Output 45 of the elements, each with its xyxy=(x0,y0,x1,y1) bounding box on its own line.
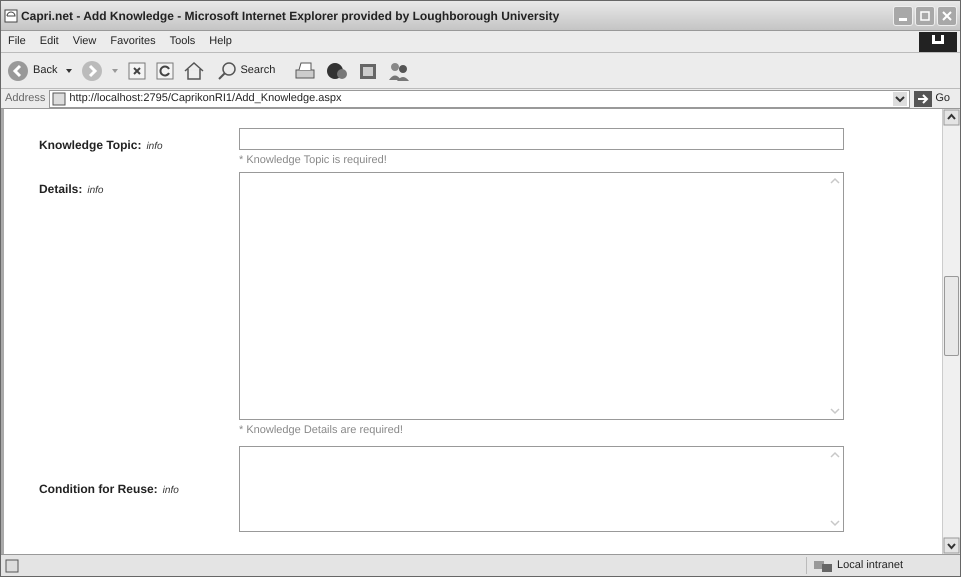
back-button[interactable]: Back xyxy=(7,60,58,82)
menu-item[interactable]: Favorites xyxy=(103,33,163,50)
page-icon xyxy=(4,8,18,22)
search-icon xyxy=(217,60,238,80)
search-button[interactable]: Search xyxy=(217,60,276,80)
page-icon xyxy=(52,92,66,106)
menu-item[interactable]: File xyxy=(1,33,33,50)
dropdown-icon[interactable] xyxy=(893,92,908,106)
input-field[interactable] xyxy=(239,128,844,150)
validation-message: * Knowledge Details are required! xyxy=(239,422,404,438)
network-icon xyxy=(813,558,833,572)
minimize-button[interactable] xyxy=(893,6,913,26)
address-label: Address xyxy=(5,91,46,106)
close-button[interactable] xyxy=(937,6,957,26)
close-icon xyxy=(941,10,953,22)
scroll-up-icon[interactable] xyxy=(943,109,960,126)
menu-item[interactable]: Edit xyxy=(32,33,66,50)
printer-icon[interactable] xyxy=(293,60,318,82)
refresh-icon[interactable] xyxy=(155,60,176,80)
maximize-icon xyxy=(919,10,931,22)
url-text: http://localhost:2795/CaprikonRI1/Add_Knowledge.aspx xyxy=(69,91,342,106)
field-label: Condition for Reuse: xyxy=(39,481,158,498)
field-label: Knowledge Topic: xyxy=(39,137,142,154)
info-link[interactable]: info xyxy=(162,483,179,498)
menu-item[interactable]: Tools xyxy=(162,33,202,50)
minimize-icon xyxy=(899,18,907,21)
zone-text: Local intranet xyxy=(837,558,904,574)
maximize-button[interactable] xyxy=(915,6,935,26)
forward-icon[interactable] xyxy=(81,60,104,82)
field-label: Details: xyxy=(39,180,82,198)
go-button[interactable]: Go xyxy=(914,90,956,107)
scroll-down-icon[interactable] xyxy=(943,537,960,554)
address-field[interactable]: http://localhost:2795/CaprikonRI1/Add_Knowledge.aspx xyxy=(49,90,910,108)
dropdown-icon[interactable] xyxy=(65,66,74,74)
scroll-thumb[interactable] xyxy=(944,276,959,356)
home-icon[interactable] xyxy=(183,60,206,80)
menu-item[interactable]: Help xyxy=(202,33,239,50)
validation-message: * Knowledge Topic is required! xyxy=(239,153,388,168)
menu-item[interactable]: View xyxy=(66,33,104,50)
page-icon xyxy=(5,558,19,572)
window-title: Capri.net - Add Knowledge - Microsoft Internet Explorer provided by Loughborough University xyxy=(21,8,560,24)
stop-icon[interactable] xyxy=(127,60,148,80)
scrollbar[interactable] xyxy=(942,109,960,554)
info-link[interactable]: info xyxy=(146,139,163,154)
info-link[interactable]: info xyxy=(87,182,104,198)
